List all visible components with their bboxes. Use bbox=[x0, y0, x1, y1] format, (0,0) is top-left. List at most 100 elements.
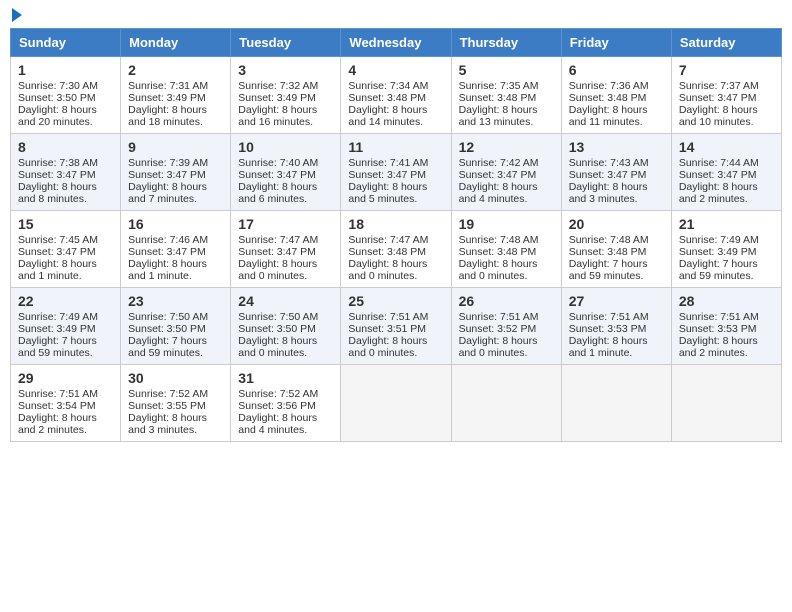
sunset-text: Sunset: 3:52 PM bbox=[459, 323, 554, 335]
sunrise-text: Sunrise: 7:52 AM bbox=[238, 388, 333, 400]
calendar-day-cell: 5Sunrise: 7:35 AMSunset: 3:48 PMDaylight… bbox=[451, 57, 561, 134]
sunset-text: Sunset: 3:49 PM bbox=[18, 323, 113, 335]
page-header bbox=[10, 10, 782, 22]
sunset-text: Sunset: 3:47 PM bbox=[679, 92, 774, 104]
calendar-header-cell: Tuesday bbox=[231, 29, 341, 57]
sunrise-text: Sunrise: 7:37 AM bbox=[679, 80, 774, 92]
calendar-day-cell: 26Sunrise: 7:51 AMSunset: 3:52 PMDayligh… bbox=[451, 288, 561, 365]
sunset-text: Sunset: 3:47 PM bbox=[679, 169, 774, 181]
calendar-header-cell: Sunday bbox=[11, 29, 121, 57]
day-number: 18 bbox=[348, 216, 443, 232]
calendar-day-cell: 7Sunrise: 7:37 AMSunset: 3:47 PMDaylight… bbox=[671, 57, 781, 134]
sunrise-text: Sunrise: 7:47 AM bbox=[348, 234, 443, 246]
calendar-day-cell: 28Sunrise: 7:51 AMSunset: 3:53 PMDayligh… bbox=[671, 288, 781, 365]
sunset-text: Sunset: 3:47 PM bbox=[569, 169, 664, 181]
sunrise-text: Sunrise: 7:36 AM bbox=[569, 80, 664, 92]
day-number: 8 bbox=[18, 139, 113, 155]
calendar-day-cell: 15Sunrise: 7:45 AMSunset: 3:47 PMDayligh… bbox=[11, 211, 121, 288]
sunrise-text: Sunrise: 7:51 AM bbox=[18, 388, 113, 400]
daylight-text: Daylight: 8 hours and 1 minute. bbox=[18, 258, 113, 282]
sunrise-text: Sunrise: 7:47 AM bbox=[238, 234, 333, 246]
daylight-text: Daylight: 8 hours and 1 minute. bbox=[128, 258, 223, 282]
daylight-text: Daylight: 8 hours and 3 minutes. bbox=[569, 181, 664, 205]
calendar-week-row: 1Sunrise: 7:30 AMSunset: 3:50 PMDaylight… bbox=[11, 57, 782, 134]
day-number: 27 bbox=[569, 293, 664, 309]
day-number: 9 bbox=[128, 139, 223, 155]
day-number: 26 bbox=[459, 293, 554, 309]
day-number: 24 bbox=[238, 293, 333, 309]
sunset-text: Sunset: 3:50 PM bbox=[18, 92, 113, 104]
sunrise-text: Sunrise: 7:48 AM bbox=[569, 234, 664, 246]
daylight-text: Daylight: 8 hours and 16 minutes. bbox=[238, 104, 333, 128]
sunset-text: Sunset: 3:48 PM bbox=[459, 246, 554, 258]
calendar-table: SundayMondayTuesdayWednesdayThursdayFrid… bbox=[10, 28, 782, 442]
sunset-text: Sunset: 3:48 PM bbox=[569, 92, 664, 104]
sunrise-text: Sunrise: 7:51 AM bbox=[459, 311, 554, 323]
sunrise-text: Sunrise: 7:51 AM bbox=[569, 311, 664, 323]
sunrise-text: Sunrise: 7:44 AM bbox=[679, 157, 774, 169]
calendar-day-cell: 13Sunrise: 7:43 AMSunset: 3:47 PMDayligh… bbox=[561, 134, 671, 211]
sunrise-text: Sunrise: 7:38 AM bbox=[18, 157, 113, 169]
calendar-header-cell: Wednesday bbox=[341, 29, 451, 57]
calendar-day-cell bbox=[341, 365, 451, 442]
calendar-header-row: SundayMondayTuesdayWednesdayThursdayFrid… bbox=[11, 29, 782, 57]
sunset-text: Sunset: 3:54 PM bbox=[18, 400, 113, 412]
daylight-text: Daylight: 8 hours and 13 minutes. bbox=[459, 104, 554, 128]
calendar-day-cell: 16Sunrise: 7:46 AMSunset: 3:47 PMDayligh… bbox=[121, 211, 231, 288]
day-number: 15 bbox=[18, 216, 113, 232]
calendar-day-cell: 12Sunrise: 7:42 AMSunset: 3:47 PMDayligh… bbox=[451, 134, 561, 211]
day-number: 21 bbox=[679, 216, 774, 232]
sunrise-text: Sunrise: 7:34 AM bbox=[348, 80, 443, 92]
sunset-text: Sunset: 3:48 PM bbox=[459, 92, 554, 104]
calendar-day-cell: 4Sunrise: 7:34 AMSunset: 3:48 PMDaylight… bbox=[341, 57, 451, 134]
sunrise-text: Sunrise: 7:50 AM bbox=[238, 311, 333, 323]
calendar-header-cell: Monday bbox=[121, 29, 231, 57]
calendar-day-cell: 1Sunrise: 7:30 AMSunset: 3:50 PMDaylight… bbox=[11, 57, 121, 134]
calendar-day-cell: 29Sunrise: 7:51 AMSunset: 3:54 PMDayligh… bbox=[11, 365, 121, 442]
daylight-text: Daylight: 7 hours and 59 minutes. bbox=[18, 335, 113, 359]
calendar-day-cell: 22Sunrise: 7:49 AMSunset: 3:49 PMDayligh… bbox=[11, 288, 121, 365]
calendar-body: 1Sunrise: 7:30 AMSunset: 3:50 PMDaylight… bbox=[11, 57, 782, 442]
day-number: 12 bbox=[459, 139, 554, 155]
sunset-text: Sunset: 3:47 PM bbox=[238, 169, 333, 181]
sunrise-text: Sunrise: 7:40 AM bbox=[238, 157, 333, 169]
sunrise-text: Sunrise: 7:30 AM bbox=[18, 80, 113, 92]
sunrise-text: Sunrise: 7:48 AM bbox=[459, 234, 554, 246]
calendar-day-cell: 25Sunrise: 7:51 AMSunset: 3:51 PMDayligh… bbox=[341, 288, 451, 365]
sunset-text: Sunset: 3:49 PM bbox=[128, 92, 223, 104]
sunset-text: Sunset: 3:47 PM bbox=[18, 169, 113, 181]
calendar-day-cell bbox=[561, 365, 671, 442]
day-number: 7 bbox=[679, 62, 774, 78]
sunset-text: Sunset: 3:47 PM bbox=[459, 169, 554, 181]
sunrise-text: Sunrise: 7:45 AM bbox=[18, 234, 113, 246]
daylight-text: Daylight: 8 hours and 20 minutes. bbox=[18, 104, 113, 128]
logo-arrow-icon bbox=[12, 8, 22, 22]
day-number: 14 bbox=[679, 139, 774, 155]
day-number: 17 bbox=[238, 216, 333, 232]
day-number: 22 bbox=[18, 293, 113, 309]
calendar-day-cell: 6Sunrise: 7:36 AMSunset: 3:48 PMDaylight… bbox=[561, 57, 671, 134]
sunset-text: Sunset: 3:47 PM bbox=[128, 246, 223, 258]
daylight-text: Daylight: 7 hours and 59 minutes. bbox=[128, 335, 223, 359]
calendar-day-cell bbox=[671, 365, 781, 442]
daylight-text: Daylight: 8 hours and 2 minutes. bbox=[679, 335, 774, 359]
day-number: 25 bbox=[348, 293, 443, 309]
calendar-day-cell: 9Sunrise: 7:39 AMSunset: 3:47 PMDaylight… bbox=[121, 134, 231, 211]
calendar-day-cell: 20Sunrise: 7:48 AMSunset: 3:48 PMDayligh… bbox=[561, 211, 671, 288]
calendar-day-cell: 19Sunrise: 7:48 AMSunset: 3:48 PMDayligh… bbox=[451, 211, 561, 288]
calendar-day-cell: 31Sunrise: 7:52 AMSunset: 3:56 PMDayligh… bbox=[231, 365, 341, 442]
sunset-text: Sunset: 3:55 PM bbox=[128, 400, 223, 412]
daylight-text: Daylight: 8 hours and 0 minutes. bbox=[238, 335, 333, 359]
calendar-header-cell: Friday bbox=[561, 29, 671, 57]
day-number: 30 bbox=[128, 370, 223, 386]
calendar-day-cell: 30Sunrise: 7:52 AMSunset: 3:55 PMDayligh… bbox=[121, 365, 231, 442]
sunrise-text: Sunrise: 7:42 AM bbox=[459, 157, 554, 169]
day-number: 6 bbox=[569, 62, 664, 78]
daylight-text: Daylight: 8 hours and 1 minute. bbox=[569, 335, 664, 359]
day-number: 4 bbox=[348, 62, 443, 78]
daylight-text: Daylight: 7 hours and 59 minutes. bbox=[679, 258, 774, 282]
calendar-day-cell: 14Sunrise: 7:44 AMSunset: 3:47 PMDayligh… bbox=[671, 134, 781, 211]
sunset-text: Sunset: 3:49 PM bbox=[679, 246, 774, 258]
day-number: 2 bbox=[128, 62, 223, 78]
calendar-day-cell: 8Sunrise: 7:38 AMSunset: 3:47 PMDaylight… bbox=[11, 134, 121, 211]
